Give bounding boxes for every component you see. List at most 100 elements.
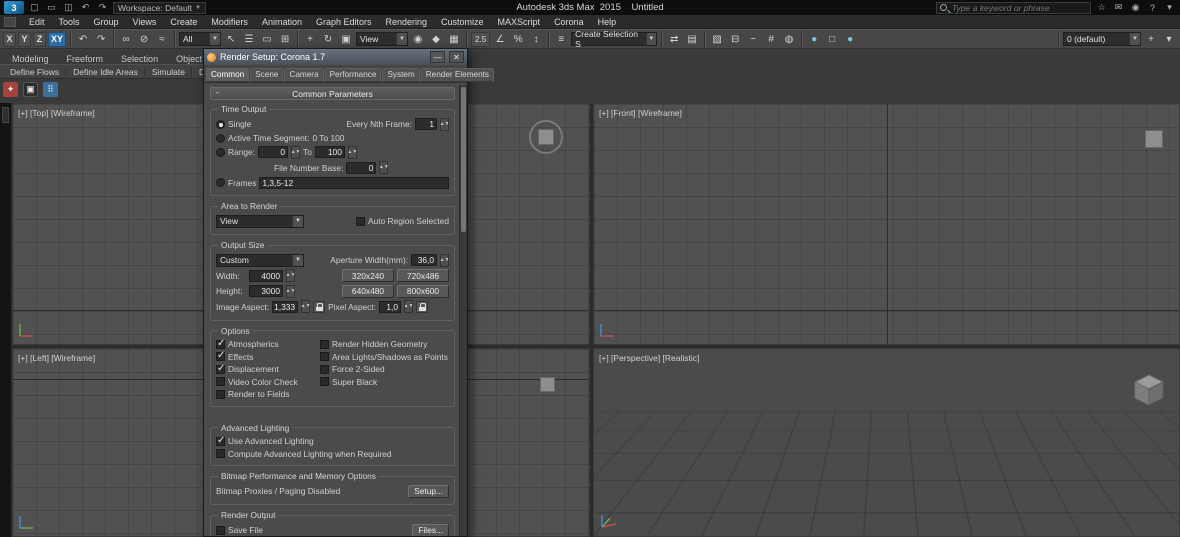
menu-graph-editors[interactable]: Graph Editors — [309, 15, 379, 28]
reference-coordinate-dropdown[interactable]: View ▼ — [356, 32, 408, 46]
viewport-perspective-label[interactable]: [+] [Perspective] [Realistic] — [599, 353, 699, 363]
select-and-link-icon[interactable]: ∞ — [118, 31, 134, 47]
preset-320x240-button[interactable]: 320x240 — [342, 269, 394, 282]
file-number-base-field[interactable]: 0 — [346, 162, 376, 174]
scrollbar-thumb[interactable] — [461, 87, 466, 232]
redo-icon[interactable]: ↷ — [93, 31, 109, 47]
ribbon-tab-freeform[interactable]: Freeform — [59, 54, 112, 64]
menu-rendering[interactable]: Rendering — [379, 15, 435, 28]
select-object-icon[interactable]: ↖ — [223, 31, 239, 47]
select-by-name-icon[interactable]: ☰ — [241, 31, 257, 47]
spinner-arrows[interactable]: ▲▼ — [404, 300, 413, 313]
render-production-icon[interactable]: ● — [842, 31, 858, 47]
ribbon-tab-selection[interactable]: Selection — [113, 54, 166, 64]
frames-radio[interactable] — [216, 178, 225, 187]
infocenter-search[interactable] — [936, 2, 1091, 14]
rectangular-selection-icon[interactable]: ▭ — [259, 31, 275, 47]
area-to-render-dropdown[interactable]: View ▼ — [216, 215, 304, 228]
preset-800x600-button[interactable]: 800x600 — [397, 285, 449, 298]
preset-640x480-button[interactable]: 640x480 — [342, 285, 394, 298]
viewport-front[interactable]: [+] [Front] [Wireframe] — [593, 103, 1180, 345]
layer-manager-icon[interactable]: ▧ — [709, 31, 725, 47]
effects-checkbox[interactable] — [216, 352, 225, 361]
save-file-checkbox[interactable] — [216, 526, 225, 535]
viewport-layout-tabs[interactable] — [0, 103, 11, 537]
curve-editor-icon[interactable]: ~ — [745, 31, 761, 47]
axis-y-button[interactable]: Y — [18, 32, 31, 47]
bind-to-space-warp-icon[interactable]: ≈ — [154, 31, 170, 47]
new-scene-icon[interactable]: ▢ — [28, 1, 41, 14]
spinner-arrows[interactable]: ▲▼ — [291, 146, 300, 159]
menu-modifiers[interactable]: Modifiers — [204, 15, 255, 28]
ribbon-tab-modeling[interactable]: Modeling — [4, 54, 57, 64]
area-lights-checkbox[interactable] — [320, 352, 329, 361]
schematic-view-icon[interactable]: # — [763, 31, 779, 47]
menu-corona[interactable]: Corona — [547, 15, 591, 28]
viewcube[interactable] — [538, 129, 554, 145]
frames-field[interactable]: 1,3,5-12 — [259, 177, 449, 189]
scene-explorer-icon[interactable]: ⊟ — [727, 31, 743, 47]
viewcube[interactable] — [1145, 130, 1163, 148]
ribbon-simulate[interactable]: Simulate — [146, 67, 192, 77]
dialog-scrollbar[interactable] — [459, 85, 467, 536]
use-pivot-center-icon[interactable]: ◉ — [410, 31, 426, 47]
atmospherics-checkbox[interactable] — [216, 340, 225, 349]
render-hidden-geometry-checkbox[interactable] — [320, 340, 329, 349]
single-radio[interactable] — [216, 120, 225, 129]
image-aspect-field[interactable]: 1,333 — [272, 301, 298, 313]
active-time-segment-radio[interactable] — [216, 134, 225, 143]
axis-xy-button[interactable]: XY — [48, 32, 66, 47]
video-color-check-checkbox[interactable] — [216, 377, 225, 386]
ribbon-define-idle-areas[interactable]: Define Idle Areas — [67, 67, 145, 77]
render-setup-icon[interactable]: ● — [806, 31, 822, 47]
image-aspect-lock-icon[interactable] — [313, 301, 325, 313]
layer-dropdown[interactable]: 0 (default) ▼ — [1063, 32, 1141, 46]
bitmap-setup-button[interactable]: Setup... — [408, 485, 449, 498]
range-to-field[interactable]: 100 — [315, 146, 345, 158]
rendered-frame-window-icon[interactable]: □ — [824, 31, 840, 47]
viewport-top-label[interactable]: [+] [Top] [Wireframe] — [18, 108, 95, 118]
tab-scene[interactable]: Scene — [250, 68, 283, 82]
layer-options-icon[interactable]: ▾ — [1161, 31, 1177, 47]
range-radio[interactable] — [216, 148, 225, 157]
menu-help[interactable]: Help — [591, 15, 624, 28]
percent-snap-icon[interactable]: % — [510, 31, 526, 47]
render-to-fields-checkbox[interactable] — [216, 390, 225, 399]
create-layer-icon[interactable]: + — [1143, 31, 1159, 47]
viewcube[interactable] — [540, 377, 555, 392]
spinner-arrows[interactable]: ▲▼ — [348, 146, 357, 159]
material-editor-icon[interactable]: ◍ — [781, 31, 797, 47]
range-from-field[interactable]: 0 — [258, 146, 288, 158]
unlink-selection-icon[interactable]: ⊘ — [136, 31, 152, 47]
viewport-front-label[interactable]: [+] [Front] [Wireframe] — [599, 108, 682, 118]
help-menu-icon[interactable]: ▾ — [1163, 1, 1176, 14]
spinner-arrows[interactable]: ▲▼ — [286, 285, 295, 298]
select-and-move-icon[interactable]: + — [302, 31, 318, 47]
named-selection-sets-dropdown[interactable]: Create Selection S ▼ — [571, 32, 657, 46]
viewport-layout-tab-icon[interactable] — [2, 107, 9, 123]
preset-720x486-button[interactable]: 720x486 — [397, 269, 449, 282]
spinner-arrows[interactable]: ▲▼ — [440, 118, 449, 131]
undo-quick-icon[interactable]: ↶ — [79, 1, 92, 14]
tab-system[interactable]: System — [382, 68, 419, 82]
keyboard-override-icon[interactable]: ▦ — [446, 31, 462, 47]
minimize-button[interactable]: — — [430, 51, 445, 63]
axis-z-button[interactable]: Z — [33, 32, 46, 47]
super-black-checkbox[interactable] — [320, 377, 329, 386]
ribbon-define-flows[interactable]: Define Flows — [4, 67, 66, 77]
angle-snap-icon[interactable]: ∠ — [492, 31, 508, 47]
redo-quick-icon[interactable]: ↷ — [96, 1, 109, 14]
align-icon[interactable]: ▤ — [684, 31, 700, 47]
spinner-arrows[interactable]: ▲▼ — [440, 254, 449, 267]
spinner-arrows[interactable]: ▲▼ — [379, 161, 388, 174]
open-file-icon[interactable]: ▭ — [45, 1, 58, 14]
viewcube[interactable] — [1131, 371, 1167, 407]
common-parameters-rollout[interactable]: - Common Parameters — [210, 87, 455, 100]
force-2-sided-checkbox[interactable] — [320, 365, 329, 374]
viewport-perspective[interactable]: [+] [Perspective] [Realistic] — [593, 348, 1180, 537]
menu-group[interactable]: Group — [87, 15, 126, 28]
menu-animation[interactable]: Animation — [255, 15, 309, 28]
height-field[interactable]: 3000 — [249, 285, 283, 297]
compute-advanced-lighting-checkbox[interactable] — [216, 449, 225, 458]
tab-common[interactable]: Common — [206, 68, 249, 82]
